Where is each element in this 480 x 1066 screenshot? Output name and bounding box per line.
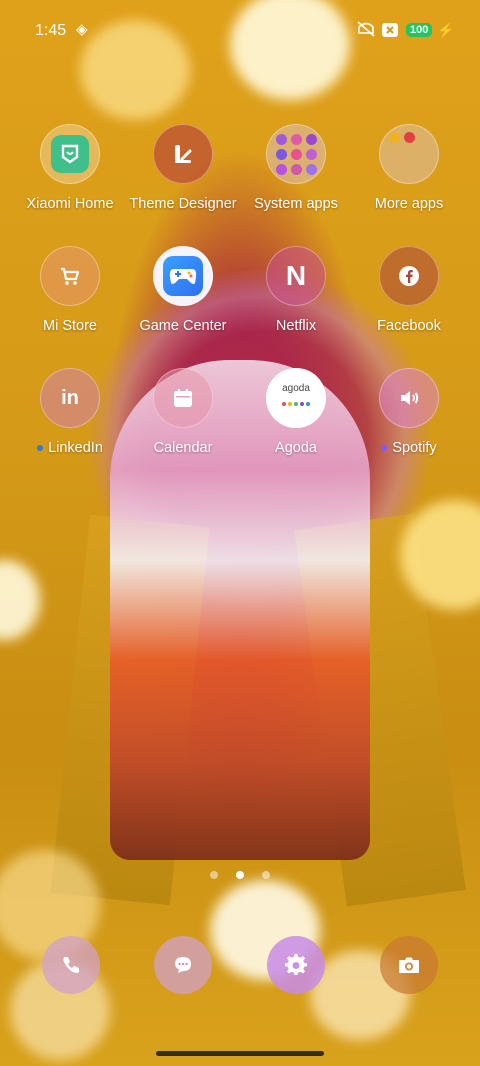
page-dot[interactable] xyxy=(209,871,218,879)
linkedin-icon: in xyxy=(40,368,100,428)
app-xiaomi-home[interactable]: Xiaomi Home xyxy=(12,124,128,212)
mini-app-icon xyxy=(275,163,287,175)
mini-app-icon xyxy=(290,148,302,160)
app-label-text: Spotify xyxy=(392,440,437,456)
gesture-bar[interactable] xyxy=(156,1051,324,1056)
folder-system-apps[interactable]: System apps xyxy=(238,124,354,212)
app-label: Xiaomi Home xyxy=(26,196,114,212)
notification-icon: ◈ xyxy=(76,21,88,38)
new-install-dot xyxy=(37,445,44,452)
battery-badge: 100 xyxy=(406,23,433,37)
app-label: Agoda xyxy=(275,440,317,456)
mini-app-icon xyxy=(305,148,317,160)
app-game-center[interactable]: Game Center xyxy=(125,246,241,334)
calendar-icon xyxy=(153,368,213,428)
page-indicator[interactable] xyxy=(0,866,480,884)
app-label-text: LinkedIn xyxy=(48,440,103,456)
mini-app-icon xyxy=(305,133,317,145)
spotify-icon xyxy=(379,368,439,428)
folder-icon xyxy=(266,124,326,184)
page-dot[interactable] xyxy=(262,871,271,879)
gear-icon[interactable] xyxy=(267,936,325,994)
app-linkedin[interactable]: in LinkedIn xyxy=(12,368,128,456)
charging-icon: ⚡ xyxy=(437,22,455,38)
cart-icon xyxy=(40,246,100,306)
mini-app-icon xyxy=(290,133,302,145)
mini-app-icon xyxy=(388,132,400,143)
mini-app-icon xyxy=(275,133,287,145)
mini-app-slot xyxy=(419,132,430,143)
mini-app-icon xyxy=(275,148,287,160)
mini-app-icon xyxy=(290,163,302,175)
app-agoda[interactable]: agoda Agoda xyxy=(238,368,354,456)
new-install-dot xyxy=(381,445,388,452)
mute-icon xyxy=(356,20,376,42)
xiaomi-home-icon xyxy=(40,124,100,184)
sim-x-icon xyxy=(381,22,399,42)
theme-designer-icon xyxy=(153,124,213,184)
app-spotify[interactable]: Spotify xyxy=(351,368,467,456)
app-label: Theme Designer xyxy=(129,196,237,212)
app-label: Calendar xyxy=(153,440,213,456)
app-label: More apps xyxy=(374,196,444,212)
app-theme-designer[interactable]: Theme Designer xyxy=(125,124,241,212)
phone-icon[interactable] xyxy=(42,936,100,994)
app-label: Game Center xyxy=(139,318,227,334)
bokeh-light xyxy=(0,560,40,640)
app-netflix[interactable]: N Netflix xyxy=(238,246,354,334)
mini-app-icon xyxy=(403,132,415,143)
app-mi-store[interactable]: Mi Store xyxy=(12,246,128,334)
app-label: System apps xyxy=(254,196,338,212)
app-label: Spotify xyxy=(351,440,467,456)
app-label: Netflix xyxy=(275,318,317,334)
mini-app-icon xyxy=(305,163,317,175)
folder-more-apps[interactable]: More apps xyxy=(351,124,467,212)
folder-icon xyxy=(379,124,439,184)
agoda-logo-text: agoda xyxy=(282,382,310,394)
app-label: LinkedIn xyxy=(12,440,128,456)
netflix-icon: N xyxy=(266,246,326,306)
status-bar: 1:45 ◈ 100 ⚡ xyxy=(0,0,480,62)
dock xyxy=(0,936,480,996)
message-icon[interactable] xyxy=(154,936,212,994)
app-label: Mi Store xyxy=(43,318,97,334)
gamepad-icon xyxy=(153,246,213,306)
app-calendar[interactable]: Calendar xyxy=(125,368,241,456)
facebook-icon xyxy=(379,246,439,306)
app-label: Facebook xyxy=(377,318,441,334)
camera-icon[interactable] xyxy=(380,936,438,994)
agoda-icon: agoda xyxy=(266,368,326,428)
status-time: 1:45 xyxy=(35,22,67,39)
app-facebook[interactable]: Facebook xyxy=(351,246,467,334)
page-dot-active[interactable] xyxy=(236,871,244,879)
